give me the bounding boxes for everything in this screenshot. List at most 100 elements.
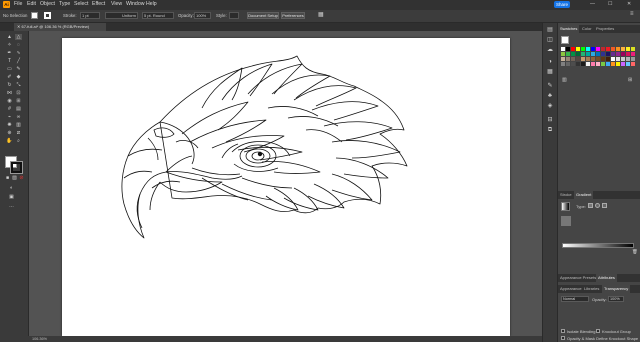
- tab-gradient[interactable]: Gradient: [574, 191, 594, 199]
- eyedropper-tool-icon[interactable]: ⌁: [6, 114, 13, 120]
- tab-appearance[interactable]: Appearance: [558, 285, 584, 293]
- color-mode-icon[interactable]: ■: [4, 175, 11, 181]
- fill-color-swatch[interactable]: [31, 12, 38, 19]
- tab-swatches[interactable]: Swatches: [558, 25, 580, 33]
- rotate-tool-icon[interactable]: ↻: [6, 82, 13, 88]
- lasso-tool-icon[interactable]: ◌: [15, 42, 22, 48]
- tab-stroke[interactable]: Stroke: [558, 191, 574, 199]
- document-tab-close-icon[interactable]: ✕: [17, 24, 20, 29]
- color-swatch[interactable]: [581, 62, 585, 66]
- pen-tool-icon[interactable]: ✒: [6, 50, 13, 56]
- type-tool-icon[interactable]: T: [6, 58, 13, 64]
- color-swatch[interactable]: [586, 57, 590, 61]
- knockout-group-checkbox[interactable]: [596, 329, 600, 333]
- delete-stop-icon[interactable]: 🗑: [632, 249, 638, 255]
- scale-tool-icon[interactable]: ⤡: [15, 82, 22, 88]
- opacity-field[interactable]: 100%: [194, 12, 211, 19]
- menu-object[interactable]: Object: [40, 1, 55, 7]
- color-swatch[interactable]: [596, 47, 600, 51]
- zoom-level[interactable]: 106.36%: [32, 337, 47, 341]
- color-swatch[interactable]: [616, 57, 620, 61]
- menu-window[interactable]: Window: [126, 1, 144, 7]
- color-swatch[interactable]: [601, 47, 605, 51]
- selection-tool-icon[interactable]: ▲: [6, 34, 13, 40]
- color-swatch[interactable]: [626, 47, 630, 51]
- close-window-icon[interactable]: ✕: [627, 1, 631, 7]
- color-swatch[interactable]: [611, 62, 615, 66]
- color-swatch[interactable]: [596, 62, 600, 66]
- linear-gradient-button[interactable]: [588, 203, 593, 208]
- paintbrush-tool-icon[interactable]: ✎: [15, 66, 22, 72]
- color-swatch[interactable]: [566, 62, 570, 66]
- color-swatch[interactable]: [621, 52, 625, 56]
- color-swatch[interactable]: [611, 47, 615, 51]
- color-swatch[interactable]: [571, 47, 575, 51]
- shaper-tool-icon[interactable]: ✐: [6, 74, 13, 80]
- slice-tool-icon[interactable]: ⧄: [15, 130, 22, 136]
- stroke-weight-field[interactable]: 1 pt: [80, 12, 100, 19]
- color-swatch[interactable]: [586, 47, 590, 51]
- color-swatch[interactable]: [591, 62, 595, 66]
- document-tab[interactable]: ✕ 67-full.ai* @ 106.36 % (RGB/Preview): [14, 23, 106, 31]
- color-swatch[interactable]: [581, 52, 585, 56]
- graphic-style-select[interactable]: [229, 12, 239, 19]
- gradient-tool-icon[interactable]: ▤: [15, 106, 22, 112]
- color-swatch[interactable]: [611, 57, 615, 61]
- color-guide-icon[interactable]: ▦: [546, 69, 554, 76]
- width-tool-icon[interactable]: ⋈: [6, 90, 13, 96]
- color-swatch[interactable]: [626, 52, 630, 56]
- artboard[interactable]: [62, 38, 510, 336]
- screen-mode-icon[interactable]: ▣: [8, 194, 15, 200]
- perspective-grid-tool-icon[interactable]: ⊞: [15, 98, 22, 104]
- edit-toolbar-icon[interactable]: …: [8, 203, 15, 209]
- libraries-panel-icon[interactable]: ☁: [546, 47, 554, 54]
- color-swatch[interactable]: [611, 52, 615, 56]
- color-swatch[interactable]: [621, 57, 625, 61]
- arrange-icon[interactable]: ▦: [318, 11, 324, 18]
- color-swatch[interactable]: [631, 62, 635, 66]
- stroke-swatch[interactable]: [10, 161, 23, 174]
- gradient-stroke-options[interactable]: [561, 216, 571, 226]
- brushes-panel-icon[interactable]: ✎: [546, 83, 554, 90]
- panel-menu-icon[interactable]: ≡: [630, 11, 634, 17]
- minimize-icon[interactable]: —: [590, 1, 595, 7]
- menu-view[interactable]: View: [111, 1, 122, 7]
- layers-panel-icon[interactable]: ◫: [546, 37, 554, 44]
- gradient-mode-icon[interactable]: ▨: [11, 175, 18, 181]
- color-swatch[interactable]: [566, 57, 570, 61]
- zoom-tool-icon[interactable]: ⌕: [15, 138, 22, 144]
- color-panel-icon[interactable]: ◑: [546, 59, 554, 66]
- direct-selection-tool-icon[interactable]: △: [15, 34, 22, 40]
- color-swatch[interactable]: [571, 52, 575, 56]
- isolate-blending-checkbox[interactable]: [561, 329, 565, 333]
- column-graph-tool-icon[interactable]: ▥: [15, 122, 22, 128]
- color-swatch[interactable]: [591, 52, 595, 56]
- color-swatch[interactable]: [591, 47, 595, 51]
- shape-builder-tool-icon[interactable]: ◉: [6, 98, 13, 104]
- color-swatch[interactable]: [581, 47, 585, 51]
- tab-transparency[interactable]: Transparency: [602, 285, 631, 293]
- color-swatch[interactable]: [596, 52, 600, 56]
- opacity-mask-checkbox[interactable]: [561, 336, 565, 340]
- color-swatch[interactable]: [631, 52, 635, 56]
- tab-appearance-presets[interactable]: Appearance Presets: [558, 274, 598, 282]
- curvature-tool-icon[interactable]: ∿: [15, 50, 22, 56]
- swatches-fill-indicator[interactable]: [561, 36, 569, 44]
- color-swatch[interactable]: [626, 57, 630, 61]
- radial-gradient-button[interactable]: [595, 203, 600, 208]
- color-swatch[interactable]: [586, 62, 590, 66]
- color-swatch[interactable]: [576, 57, 580, 61]
- color-swatch[interactable]: [571, 57, 575, 61]
- color-swatch[interactable]: [561, 47, 565, 51]
- color-swatch[interactable]: [571, 62, 575, 66]
- magic-wand-tool-icon[interactable]: ✧: [6, 42, 13, 48]
- symbol-sprayer-tool-icon[interactable]: ✺: [6, 122, 13, 128]
- color-swatch[interactable]: [576, 62, 580, 66]
- color-swatch[interactable]: [616, 52, 620, 56]
- line-segment-tool-icon[interactable]: ╱: [15, 58, 22, 64]
- menu-effect[interactable]: Effect: [92, 1, 105, 7]
- menu-type[interactable]: Type: [59, 1, 70, 7]
- draw-mode-icon[interactable]: ◐: [8, 185, 15, 191]
- opacity-panel-field[interactable]: 100%: [608, 296, 624, 302]
- gradient-preview-swatch[interactable]: [561, 202, 570, 211]
